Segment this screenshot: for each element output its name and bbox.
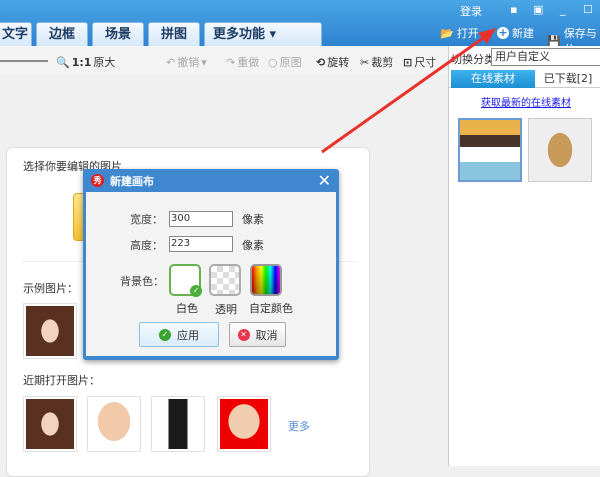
bg-color-label: 背景色： [120, 275, 164, 288]
width-unit: 像素 [242, 213, 264, 226]
close-icon[interactable]: ✕ [318, 171, 331, 190]
app-logo-icon: 秀 [91, 174, 104, 187]
bg-option-transparent[interactable] [209, 264, 241, 296]
bg-option-custom[interactable] [250, 264, 282, 296]
cancel-label: 取消 [255, 328, 278, 342]
cancel-button[interactable]: ✕ 取消 [229, 322, 286, 347]
check-icon: ✓ [190, 285, 202, 297]
x-circle-icon: ✕ [237, 328, 250, 341]
custom-color-label: 自定颜色 [249, 302, 293, 315]
height-input[interactable]: 223 [169, 236, 233, 252]
height-unit: 像素 [242, 239, 264, 252]
apply-label: 应用 [177, 328, 199, 342]
width-input[interactable]: 300 [169, 211, 233, 227]
new-canvas-dialog: 秀 新建画布 ✕ 宽度： 300 像素 高度： 223 像素 背景色： ✓ 白色… [83, 169, 339, 360]
check-circle-icon: ✓ [159, 328, 171, 341]
apply-button[interactable]: ✓ 应用 [139, 322, 219, 347]
dialog-title-bar: 秀 新建画布 ✕ [83, 169, 339, 192]
transparent-label: 透明 [215, 303, 237, 316]
white-label: 白色 [176, 302, 198, 315]
height-label: 高度： [130, 239, 163, 252]
width-label: 宽度： [130, 213, 163, 226]
bg-option-white[interactable]: ✓ [169, 264, 202, 297]
dialog-title: 新建画布 [110, 174, 154, 188]
